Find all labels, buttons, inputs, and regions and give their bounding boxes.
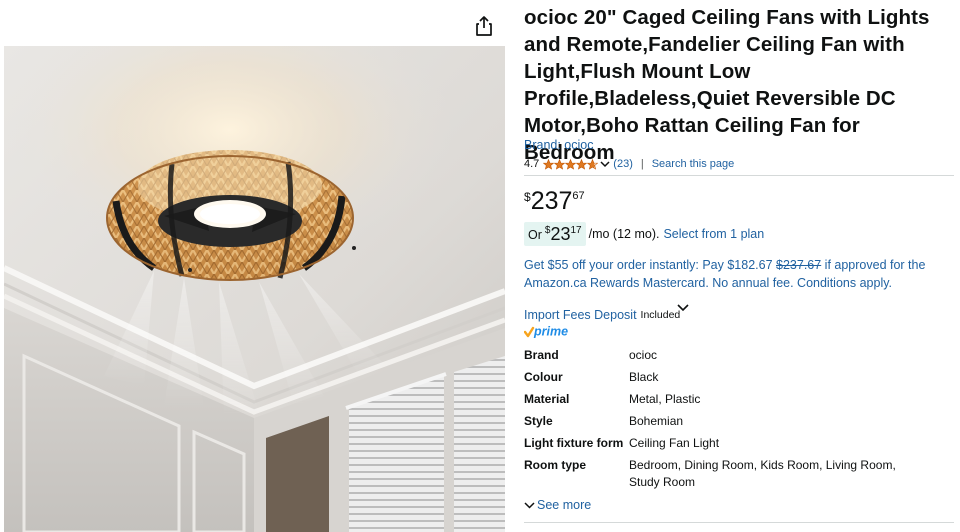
search-this-page-link[interactable]: Search this page xyxy=(652,158,735,170)
spec-value: Metal, Plastic xyxy=(629,392,701,406)
brand-link[interactable]: Brand: ocioc xyxy=(524,138,593,152)
spec-key: Light fixture form xyxy=(524,436,624,450)
star-icon xyxy=(587,158,599,170)
divider xyxy=(524,522,954,523)
chevron-down-icon[interactable] xyxy=(677,303,689,312)
star-icon xyxy=(576,158,588,170)
monthly-or: Or xyxy=(528,228,542,242)
price-fraction: 67 xyxy=(572,190,585,202)
prime-badge: prime xyxy=(523,323,570,340)
see-more-link[interactable]: See more xyxy=(524,498,591,512)
prime-label: prime xyxy=(533,325,568,339)
product-image[interactable] xyxy=(4,46,505,532)
rating-row: 4.7 (23) | Search this page xyxy=(524,157,734,171)
credit-card-offer-link[interactable]: Get $55 off your order instantly: Pay $1… xyxy=(524,257,954,292)
rating-value: 4.7 xyxy=(524,158,540,170)
spec-value: Bedroom, Dining Room, Kids Room, Living … xyxy=(629,458,896,489)
price-currency-symbol: $ xyxy=(524,190,531,204)
spec-key: Colour xyxy=(524,370,563,384)
monthly-whole: 23 xyxy=(550,224,571,244)
star-icon xyxy=(565,158,577,170)
chevron-down-icon[interactable] xyxy=(600,160,610,168)
rating-count-link[interactable]: (23) xyxy=(613,158,633,170)
monthly-payment: Or $ 23 17 /mo (12 mo). Select from 1 pl… xyxy=(524,222,764,246)
specs-table: Brand ocioc Colour Black Material Metal, Plas… xyxy=(524,347,954,496)
see-more-label: See more xyxy=(537,498,592,512)
spec-key: Style xyxy=(524,414,553,428)
spec-value: Black xyxy=(629,370,659,384)
rating-separator: | xyxy=(640,158,644,170)
divider xyxy=(524,175,954,176)
star-icon xyxy=(543,158,555,170)
import-fees: Import Fees Deposit Included xyxy=(524,308,680,322)
star-icon xyxy=(554,158,566,170)
spec-value: Bohemian xyxy=(629,414,684,428)
spec-value: ocioc xyxy=(629,348,658,362)
offer-text-before: Get $55 off your order instantly: Pay $1… xyxy=(524,258,777,272)
monthly-price-chip: Or $ 23 17 xyxy=(524,222,586,246)
spec-key: Room type xyxy=(524,458,587,472)
select-plan-link[interactable]: Select from 1 plan xyxy=(663,227,764,241)
import-fees-included: Included xyxy=(640,309,681,321)
spec-value: Ceiling Fan Light xyxy=(629,436,720,450)
monthly-fraction: 17 xyxy=(570,225,582,236)
share-icon[interactable] xyxy=(473,15,495,37)
star-rating[interactable] xyxy=(543,158,599,170)
offer-strike-price: $237.67 xyxy=(776,258,822,272)
price-whole: 237 xyxy=(530,187,573,215)
spec-row: Light fixture form Ceiling Fan Light xyxy=(524,435,954,452)
chevron-down-icon xyxy=(524,502,535,509)
spec-key: Material xyxy=(524,392,570,406)
monthly-term: /mo (12 mo). xyxy=(588,227,660,241)
spec-row: Colour Black xyxy=(524,369,954,386)
spec-row: Material Metal, Plastic xyxy=(524,391,954,408)
spec-key: Brand xyxy=(524,348,559,362)
spec-row: Brand ocioc xyxy=(524,347,954,364)
spec-row: Room type Bedroom, Dining Room, Kids Room… xyxy=(524,457,954,491)
price: $ 237 67 xyxy=(524,186,585,216)
spec-row: Style Bohemian xyxy=(524,413,954,430)
import-fees-link[interactable]: Import Fees Deposit xyxy=(524,308,637,322)
